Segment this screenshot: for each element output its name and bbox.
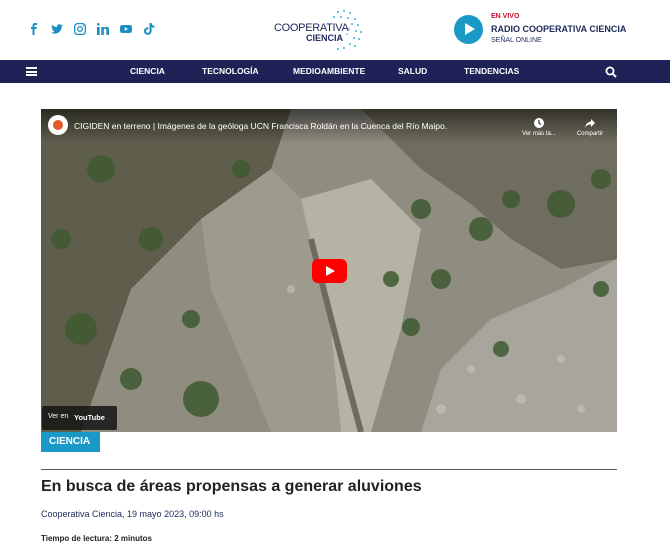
watch-on-youtube-button[interactable]: Ver en YouTube: [42, 406, 117, 430]
site-header: COOPERATIVA CIENCIA EN VIVO RADIO COOPER…: [0, 0, 670, 60]
social-links: [27, 22, 156, 36]
article-headline: En busca de áreas propensas a generar al…: [41, 478, 422, 495]
nav-item-medioambiente[interactable]: MEDIOAMBIENTE: [293, 66, 365, 76]
search-icon[interactable]: [605, 66, 617, 78]
nav-item-tendencias[interactable]: TENDENCIAS: [464, 66, 519, 76]
reading-time-label: Tiempo de lectura:: [41, 534, 112, 543]
category-badge[interactable]: CIENCIA: [41, 432, 100, 452]
divider: [41, 469, 617, 470]
reading-time-value: 2 minutos: [114, 534, 152, 543]
radio-signal-label: SEÑAL ONLINE: [491, 37, 542, 44]
youtube-icon[interactable]: [119, 22, 133, 36]
share-arrow-icon: [585, 119, 595, 128]
tiktok-icon[interactable]: [142, 22, 156, 36]
youtube-play-button[interactable]: [312, 259, 347, 283]
reading-time: Tiempo de lectura: 2 minutos: [41, 534, 152, 543]
facebook-icon[interactable]: [27, 22, 41, 36]
channel-avatar[interactable]: [48, 115, 68, 135]
linkedin-icon[interactable]: [96, 22, 110, 36]
category-label: CIENCIA: [49, 436, 91, 447]
nav-item-tecnologia[interactable]: TECNOLOGÍA: [202, 66, 259, 76]
watch-later-button[interactable]: Ver más ta...: [522, 117, 556, 137]
share-button[interactable]: Compartir: [573, 117, 607, 137]
site-logo[interactable]: COOPERATIVA CIENCIA: [270, 8, 370, 52]
twitter-icon[interactable]: [50, 22, 64, 36]
video-title[interactable]: CIGIDEN en terreno | Imágenes de la geól…: [74, 121, 447, 131]
main-nav: CIENCIA TECNOLOGÍA MEDIOAMBIENTE SALUD T…: [0, 60, 670, 83]
clock-icon: [534, 118, 544, 128]
instagram-icon[interactable]: [73, 22, 87, 36]
article-byline: Cooperativa Ciencia, 19 mayo 2023, 09:00…: [41, 509, 224, 519]
nav-item-ciencia[interactable]: CIENCIA: [130, 66, 165, 76]
radio-play-button[interactable]: [454, 15, 483, 44]
radio-station-name[interactable]: RADIO COOPERATIVA CIENCIA: [491, 24, 626, 34]
nav-item-salud[interactable]: SALUD: [398, 66, 427, 76]
share-label: Compartir: [576, 131, 604, 137]
live-label: EN VIVO: [491, 13, 520, 20]
watch-later-label: Ver más ta...: [522, 131, 556, 137]
watch-on-label: Ver en: [48, 413, 69, 420]
logo-text-ciencia: CIENCIA: [306, 33, 344, 43]
youtube-wordmark: YouTube: [74, 413, 105, 422]
page: COOPERATIVA CIENCIA EN VIVO RADIO COOPER…: [0, 0, 670, 553]
video-player[interactable]: CIGIDEN en terreno | Imágenes de la geól…: [41, 109, 617, 432]
